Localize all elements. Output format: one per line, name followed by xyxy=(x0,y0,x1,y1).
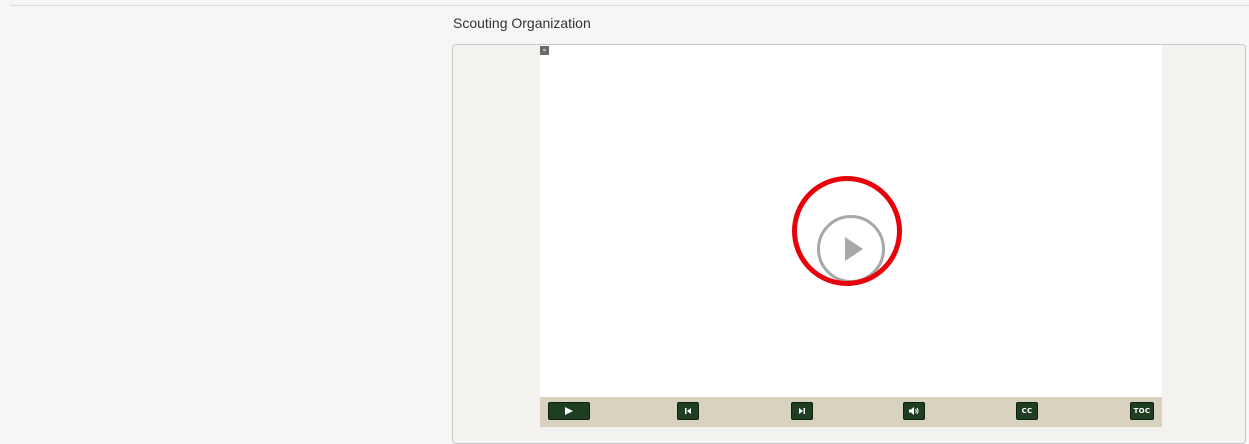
next-button[interactable] xyxy=(791,402,813,420)
player-stage: » xyxy=(540,45,1162,397)
top-divider xyxy=(10,5,1249,6)
closed-captions-label: CC xyxy=(1021,407,1033,415)
table-of-contents-label: TOC xyxy=(1133,407,1151,415)
player-frame: » CC TOC xyxy=(452,44,1246,444)
skip-next-icon xyxy=(799,408,805,414)
volume-icon xyxy=(909,407,919,415)
play-icon xyxy=(565,407,573,415)
previous-button[interactable] xyxy=(677,402,699,420)
play-button[interactable] xyxy=(548,402,590,420)
skip-previous-icon xyxy=(685,408,691,414)
closed-captions-button[interactable]: CC xyxy=(1016,402,1038,420)
expand-toggle-button[interactable]: » xyxy=(540,46,549,55)
volume-button[interactable] xyxy=(903,402,925,420)
play-circle-icon[interactable] xyxy=(817,215,885,283)
player-control-bar: CC TOC xyxy=(540,397,1162,427)
table-of-contents-button[interactable]: TOC xyxy=(1130,402,1154,420)
page-title: Scouting Organization xyxy=(453,15,591,31)
